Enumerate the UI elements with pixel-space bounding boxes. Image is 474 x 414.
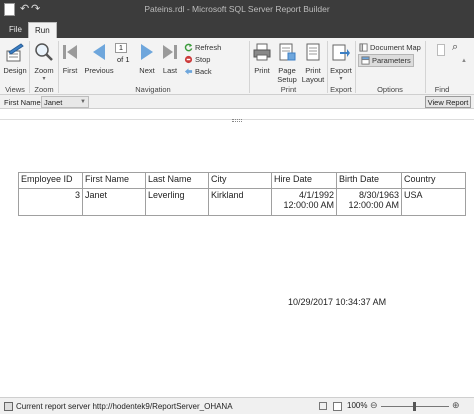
back-button[interactable]: Back xyxy=(184,67,212,76)
first-page-icon xyxy=(63,45,77,59)
column-header-country: Country xyxy=(401,172,466,189)
chevron-down-icon: ▼ xyxy=(80,99,86,105)
export-icon xyxy=(332,44,350,61)
zoom-level: 100% xyxy=(347,401,368,410)
first-page-button[interactable]: First xyxy=(60,42,80,75)
print-layout-icon xyxy=(306,43,320,61)
print-group-label: Print xyxy=(280,85,297,94)
find-input[interactable] xyxy=(437,44,445,56)
ribbon: Design Views Zoom ▾ Zoom First Previous … xyxy=(0,38,474,95)
last-page-button[interactable]: Last xyxy=(160,42,180,75)
previous-page-icon xyxy=(93,44,105,60)
stop-icon xyxy=(184,55,193,64)
refresh-icon xyxy=(184,43,193,52)
parameters-toggle[interactable]: Parameters xyxy=(358,54,414,67)
cell-employee-id: 3 xyxy=(18,188,83,216)
report-server-status: Current report server http://hodentek9/R… xyxy=(16,402,233,411)
column-header-city: City xyxy=(208,172,272,189)
design-button[interactable]: Design xyxy=(3,42,27,75)
printer-icon xyxy=(253,43,271,61)
ribbon-tabs: File Run xyxy=(0,19,474,38)
find-group-label: Find xyxy=(434,85,450,94)
cell-last-name: Leverling xyxy=(145,188,209,216)
separator xyxy=(249,41,250,93)
window-title: Pateins.rdl - Microsoft SQL Server Repor… xyxy=(144,4,330,14)
execution-timestamp: 10/29/2017 10:34:37 AM xyxy=(288,297,387,307)
tab-file[interactable]: File xyxy=(3,22,28,38)
zoom-button[interactable]: Zoom ▾ xyxy=(31,42,57,82)
cell-birth-date: 8/30/1963 12:00:00 AM xyxy=(336,188,402,216)
export-button[interactable]: Export ▾ xyxy=(329,42,353,82)
collapse-ribbon-icon[interactable]: ▲ xyxy=(461,58,467,64)
next-page-button[interactable]: Next xyxy=(137,42,157,75)
column-header-employee-id: Employee ID xyxy=(18,172,83,189)
print-layout-button[interactable]: Print Layout xyxy=(300,42,326,84)
zoom-out-icon[interactable]: ⊖ xyxy=(370,400,378,411)
separator xyxy=(425,41,426,93)
first-name-select[interactable]: Janet ▼ xyxy=(41,96,89,108)
document-map-button[interactable]: Document Map xyxy=(359,43,421,52)
separator xyxy=(58,41,59,93)
zoom-slider-thumb[interactable] xyxy=(413,402,416,411)
fit-page-icon[interactable] xyxy=(319,402,327,410)
search-icon[interactable]: ⌕ xyxy=(452,41,458,54)
first-name-label: First Name xyxy=(4,98,41,107)
page-number-input[interactable]: 1 xyxy=(115,43,127,53)
next-page-icon xyxy=(141,44,153,60)
page-setup-button[interactable]: Page Setup xyxy=(275,42,299,84)
table-header-row: Employee ID First Name Last Name City Hi… xyxy=(18,172,466,189)
tab-run[interactable]: Run xyxy=(28,22,57,38)
parameters-icon xyxy=(361,56,370,65)
status-bar: Current report server http://hodentek9/R… xyxy=(0,397,474,414)
cell-first-name: Janet xyxy=(82,188,146,216)
previous-page-button[interactable]: Previous xyxy=(84,42,114,75)
column-header-first-name: First Name xyxy=(82,172,146,189)
zoom-group-label: Zoom xyxy=(34,85,54,94)
page-setup-icon xyxy=(279,43,296,61)
separator xyxy=(29,41,30,93)
print-button[interactable]: Print xyxy=(251,42,273,75)
document-map-icon xyxy=(359,43,368,52)
title-bar: ↶ ↷ Pateins.rdl - Microsoft SQL Server R… xyxy=(0,0,474,19)
zoom-control: 100% ⊖ ⊕ xyxy=(319,400,469,413)
view-report-button[interactable]: View Report xyxy=(425,96,471,108)
parameter-bar: First Name Janet ▼ View Report xyxy=(0,95,474,109)
employee-table: Employee ID First Name Last Name City Hi… xyxy=(18,172,466,216)
last-page-icon xyxy=(163,45,177,59)
separator xyxy=(355,41,356,93)
server-icon xyxy=(4,402,13,411)
page-view-icon[interactable] xyxy=(333,402,342,411)
stop-button[interactable]: Stop xyxy=(184,55,210,64)
page-count-label: of 1 xyxy=(117,55,130,64)
export-dropdown-arrow-icon: ▾ xyxy=(339,76,343,82)
export-group-label: Export xyxy=(330,85,352,94)
cell-hire-date: 4/1/1992 12:00:00 AM xyxy=(271,188,337,216)
design-icon xyxy=(6,43,24,62)
zoom-in-icon[interactable]: ⊕ xyxy=(452,400,460,411)
column-header-last-name: Last Name xyxy=(145,172,209,189)
views-group-label: Views xyxy=(5,85,25,94)
options-group-label: Options xyxy=(377,85,403,94)
separator xyxy=(327,41,328,93)
splitter-grip-icon[interactable] xyxy=(232,119,242,122)
table-row: 3 Janet Leverling Kirkland 4/1/1992 12:0… xyxy=(18,188,466,216)
navigation-group-label: Navigation xyxy=(135,85,171,94)
back-icon xyxy=(184,68,193,75)
column-header-hire-date: Hire Date xyxy=(271,172,337,189)
cell-country: USA xyxy=(401,188,466,216)
refresh-button[interactable]: Refresh xyxy=(184,43,221,52)
cell-city: Kirkland xyxy=(208,188,272,216)
magnifier-icon xyxy=(35,43,53,61)
zoom-dropdown-arrow-icon: ▾ xyxy=(42,76,46,82)
column-header-birth-date: Birth Date xyxy=(336,172,402,189)
